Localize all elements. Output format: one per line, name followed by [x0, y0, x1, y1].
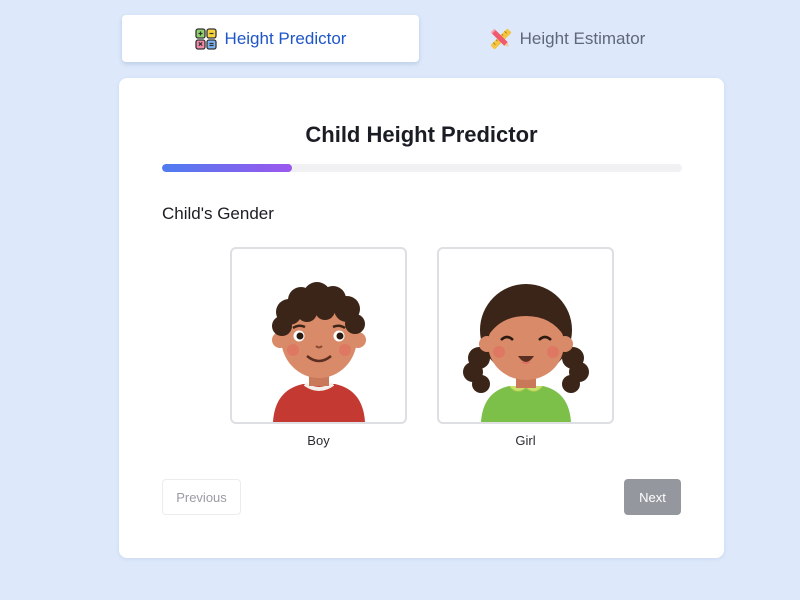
option-label-girl: Girl: [515, 433, 536, 448]
option-label-boy: Boy: [307, 433, 330, 448]
option-card-girl[interactable]: [437, 247, 614, 424]
page-title: Child Height Predictor: [305, 122, 538, 147]
gender-options: Boy Girl: [230, 247, 614, 452]
boy-avatar-icon: [271, 282, 366, 422]
tab-height-estimator[interactable]: Height Estimator: [419, 15, 716, 62]
predictor-card: Child Height Predictor Child's Gender Bo…: [119, 78, 724, 558]
previous-button[interactable]: Previous: [162, 479, 241, 515]
progress-bar: [162, 164, 682, 172]
ruler-pencil-icon: [490, 28, 511, 49]
girl-avatar-icon: [462, 284, 589, 422]
tab-label: Height Estimator: [519, 28, 646, 48]
tab-label: Height Predictor: [224, 28, 347, 48]
option-boy[interactable]: Boy: [230, 247, 407, 452]
option-card-boy[interactable]: [230, 247, 407, 424]
option-girl[interactable]: Girl: [437, 247, 614, 452]
tab-bar: Height Predictor Height Estimator: [122, 15, 716, 62]
section-label: Child's Gender: [162, 204, 274, 223]
next-button[interactable]: Next: [624, 479, 681, 515]
tab-height-predictor[interactable]: Height Predictor: [122, 15, 419, 62]
progress-fill: [162, 164, 292, 172]
calculator-grid-icon: [194, 27, 217, 50]
